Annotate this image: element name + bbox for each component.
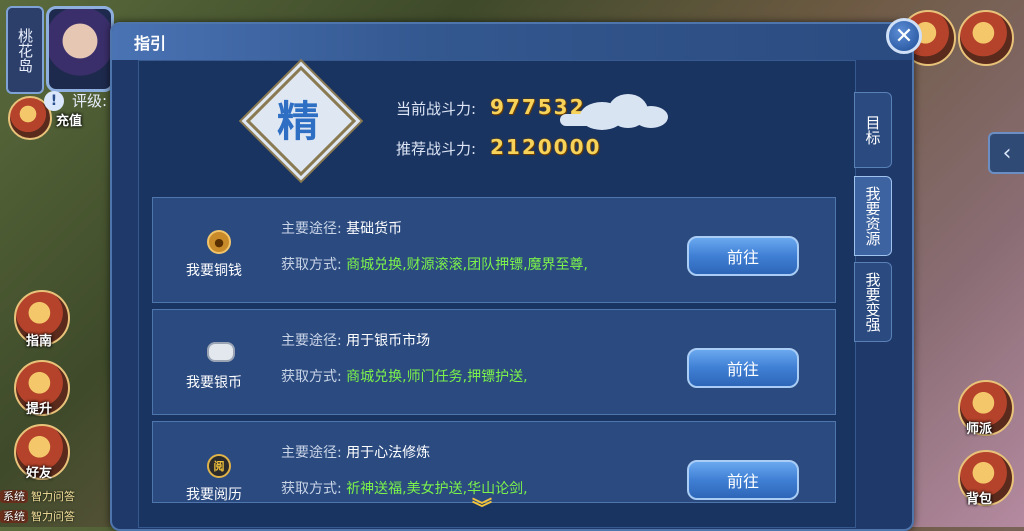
- purpose-label: 主要途径:: [281, 333, 342, 349]
- resource-name: 我要阅历: [186, 487, 242, 503]
- chevron-left-icon[interactable]: ‹: [988, 132, 1024, 174]
- rating-label: 评级:: [72, 92, 108, 110]
- method-label: 获取方式:: [281, 481, 342, 497]
- chevron-down-icon[interactable]: ︾: [472, 492, 492, 521]
- purpose-value: 基础货币: [346, 221, 403, 237]
- resource-name: 我要铜钱: [186, 263, 242, 279]
- method-value: 商城兑换,财源滚滚,团队押镖,魔界至尊,: [346, 257, 588, 273]
- guide-label[interactable]: 指南: [26, 330, 52, 349]
- method-line: 获取方式: 商城兑换,财源滚滚,团队押镖,魔界至尊,: [281, 254, 588, 274]
- recommended-power-value: 2120000: [490, 135, 602, 159]
- method-value: 商城兑换,师门任务,押镖护送,: [346, 369, 528, 385]
- rating-row: ! 评级:: [44, 90, 107, 111]
- purpose-label: 主要途径:: [281, 221, 342, 237]
- player-avatar[interactable]: [46, 6, 114, 92]
- bag-label[interactable]: 背包: [966, 488, 992, 507]
- close-button[interactable]: ✕: [886, 18, 922, 54]
- tab-resources[interactable]: 我要资源: [854, 176, 892, 256]
- tab-target[interactable]: 目标: [854, 92, 892, 168]
- chat-tag: 系统: [0, 490, 28, 503]
- purpose-line: 主要途径: 基础货币: [281, 218, 402, 238]
- info-icon[interactable]: !: [44, 90, 64, 111]
- chat-line: 系统 智力问答: [0, 508, 110, 526]
- dialog-header: 指引: [112, 24, 912, 60]
- recommended-power-label: 推荐战斗力:: [396, 140, 477, 158]
- resource-card-experience: 阅 我要阅历 主要途径: 用于心法修炼 获取方式: 祈神送福,美女护送,华山论剑…: [152, 421, 836, 503]
- silver-ingot-icon: [207, 342, 235, 362]
- experience-badge-icon: 阅: [207, 454, 231, 478]
- school-label[interactable]: 师派: [966, 418, 992, 437]
- purpose-value: 用于心法修炼: [346, 445, 431, 461]
- purpose-label: 主要途径:: [281, 445, 342, 461]
- purpose-line: 主要途径: 用于心法修炼: [281, 442, 430, 462]
- resource-name: 我要银币: [186, 375, 242, 391]
- method-label: 获取方式:: [281, 369, 342, 385]
- current-power-label: 当前战斗力:: [396, 100, 477, 118]
- chat-tag: 系统: [0, 510, 28, 523]
- purpose-line: 主要途径: 用于银币市场: [281, 330, 430, 350]
- chat-text: 智力问答: [31, 510, 75, 523]
- location-name: 桃花岛: [6, 6, 44, 94]
- friends-label[interactable]: 好友: [26, 462, 52, 481]
- grade-value: 精: [276, 96, 319, 146]
- grade-badge: 精: [245, 65, 357, 177]
- copper-coin-icon: ●: [207, 230, 231, 254]
- upgrade-label[interactable]: 提升: [26, 398, 52, 417]
- cloud-decoration-icon: [560, 92, 670, 136]
- tab-get-stronger[interactable]: 我要变强: [854, 262, 892, 342]
- chat-text: 智力问答: [31, 490, 75, 503]
- chat-line: 系统 智力问答: [0, 488, 110, 506]
- dialog-title: 指引: [134, 34, 167, 53]
- method-line: 获取方式: 商城兑换,师门任务,押镖护送,: [281, 366, 528, 386]
- go-button[interactable]: 前往: [687, 460, 799, 500]
- top-right-menu-icon[interactable]: [958, 10, 1014, 66]
- go-button[interactable]: 前往: [687, 236, 799, 276]
- method-value: 祈神送福,美女护送,华山论剑,: [346, 481, 528, 497]
- resource-card-copper: ● 我要铜钱 主要途径: 基础货币 获取方式: 商城兑换,财源滚滚,团队押镖,魔…: [152, 197, 836, 303]
- method-label: 获取方式:: [281, 257, 342, 273]
- go-button[interactable]: 前往: [687, 348, 799, 388]
- resource-card-silver: 我要银币 主要途径: 用于银币市场 获取方式: 商城兑换,师门任务,押镖护送, …: [152, 309, 836, 415]
- purpose-value: 用于银币市场: [346, 333, 431, 349]
- recharge-label[interactable]: 充值: [56, 110, 82, 129]
